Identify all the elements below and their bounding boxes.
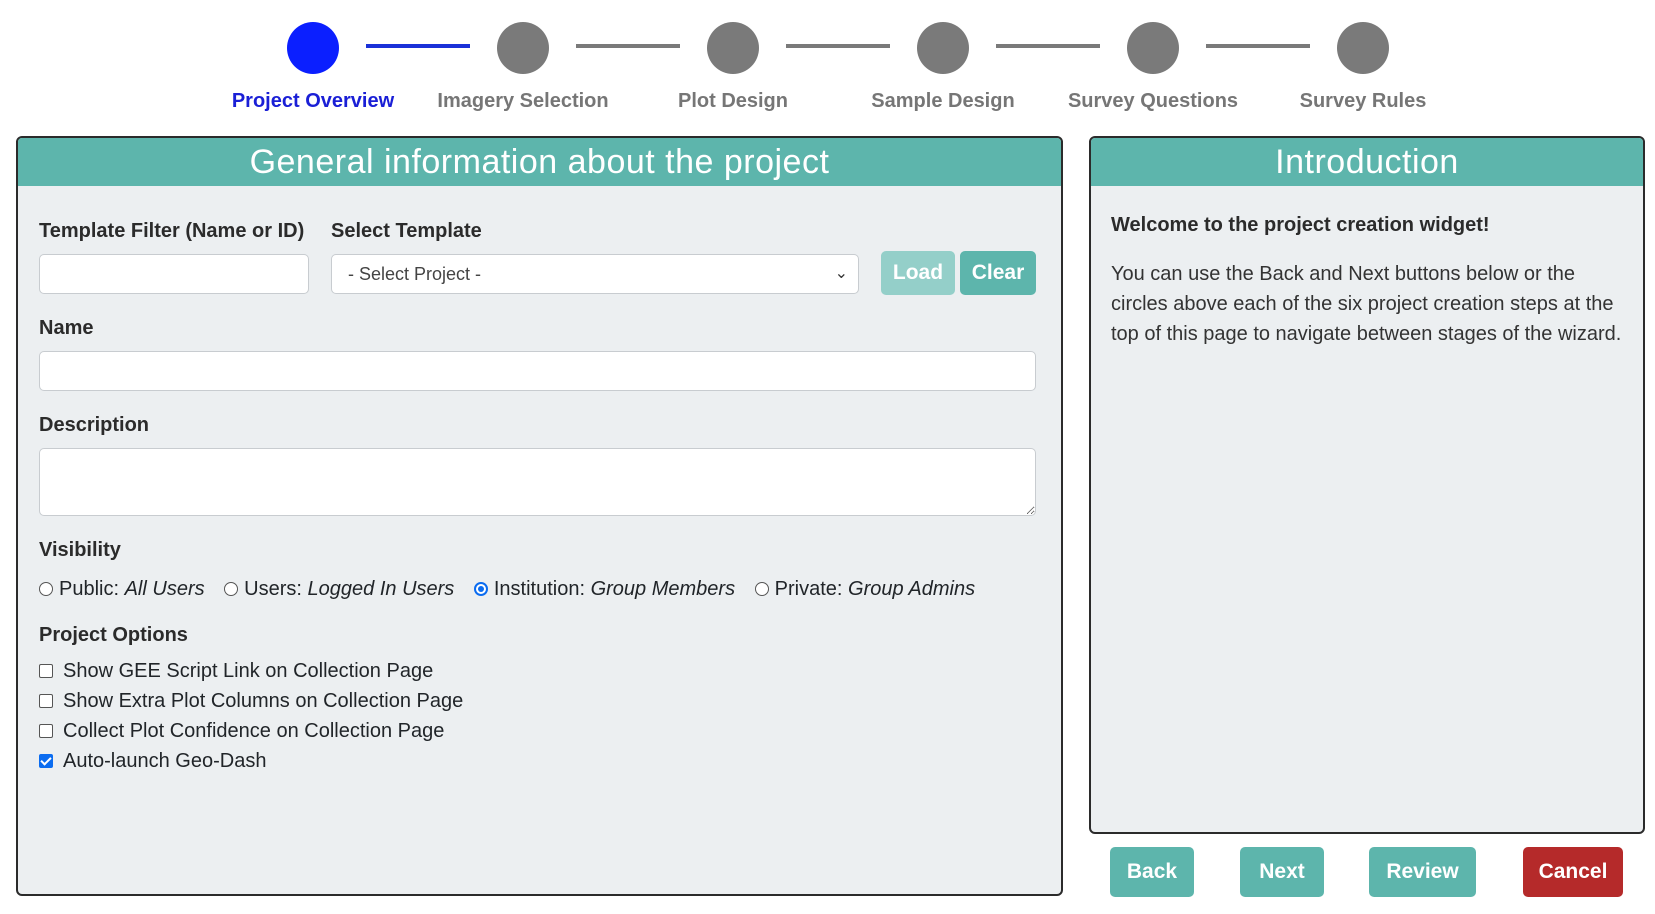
visibility-option-institution[interactable]: Institution: Group Members	[473, 578, 736, 601]
step-circle[interactable]	[497, 22, 549, 74]
description-textarea[interactable]	[39, 448, 1036, 516]
step-imagery-selection[interactable]: Imagery Selection	[423, 22, 623, 113]
option-label: Auto-launch Geo-Dash	[63, 750, 267, 772]
intro-text: You can use the Back and Next buttons be…	[1111, 263, 1622, 345]
template-filter-label: Template Filter (Name or ID)	[39, 220, 305, 242]
panel-title: General information about the project	[18, 138, 1061, 186]
option-prefix: Private:	[774, 578, 843, 600]
step-survey-rules[interactable]: Survey Rules	[1263, 22, 1463, 113]
back-button[interactable]: Back	[1110, 847, 1194, 897]
step-survey-questions[interactable]: Survey Questions	[1053, 22, 1253, 113]
step-plot-design[interactable]: Plot Design	[633, 22, 833, 113]
step-label: Project Overview	[231, 90, 395, 112]
radio-button-checked[interactable]	[473, 582, 488, 596]
visibility-option-public[interactable]: Public: All Users	[39, 578, 205, 601]
checkbox[interactable]	[39, 664, 53, 678]
option-detail: All Users	[124, 578, 205, 600]
option-show-extra-plot-columns[interactable]: Show Extra Plot Columns on Collection Pa…	[39, 690, 463, 713]
checkbox[interactable]	[39, 724, 53, 738]
description-label: Description	[39, 414, 150, 436]
checkbox[interactable]	[39, 694, 53, 708]
radio-button[interactable]	[224, 582, 239, 596]
select-template-value: - Select Project -	[348, 264, 482, 284]
option-prefix: Public:	[59, 578, 120, 600]
select-template-label: Select Template	[331, 220, 482, 242]
radio-button[interactable]	[754, 582, 769, 596]
step-label: Survey Questions	[1067, 90, 1239, 112]
select-template-dropdown[interactable]: - Select Project - ⌄	[331, 254, 859, 294]
radio-button[interactable]	[39, 582, 53, 596]
template-filter-input[interactable]	[39, 254, 309, 294]
option-label: Show GEE Script Link on Collection Page	[63, 660, 434, 682]
chevron-down-icon: ⌄	[834, 265, 848, 282]
project-options-label: Project Options	[39, 624, 188, 646]
cancel-button[interactable]: Cancel	[1523, 847, 1623, 897]
step-project-overview[interactable]: Project Overview	[213, 22, 413, 113]
option-auto-launch-geo-dash[interactable]: Auto-launch Geo-Dash	[39, 750, 266, 773]
intro-heading: Welcome to the project creation widget!	[1111, 214, 1490, 236]
option-collect-plot-confidence[interactable]: Collect Plot Confidence on Collection Pa…	[39, 720, 444, 743]
load-button[interactable]: Load	[881, 251, 955, 295]
option-prefix: Users:	[244, 578, 302, 600]
step-circle[interactable]	[917, 22, 969, 74]
name-input[interactable]	[39, 351, 1036, 391]
step-circle[interactable]	[707, 22, 759, 74]
review-button[interactable]: Review	[1369, 847, 1476, 897]
visibility-label: Visibility	[39, 539, 121, 561]
panel-title: Introduction	[1091, 138, 1643, 186]
clear-button[interactable]: Clear	[960, 251, 1036, 295]
visibility-option-private[interactable]: Private: Group Admins	[754, 578, 976, 601]
checkbox-checked[interactable]	[39, 754, 53, 768]
option-detail: Group Members	[590, 578, 736, 600]
option-detail: Group Admins	[848, 578, 976, 600]
step-circle[interactable]	[1127, 22, 1179, 74]
step-circle[interactable]	[1337, 22, 1389, 74]
wizard-stepper: Project Overview Imagery Selection Plot …	[0, 0, 1655, 120]
name-label: Name	[39, 317, 94, 339]
option-label: Collect Plot Confidence on Collection Pa…	[63, 720, 445, 742]
step-label: Imagery Selection	[437, 90, 609, 112]
option-label: Show Extra Plot Columns on Collection Pa…	[63, 690, 464, 712]
step-label: Sample Design	[871, 90, 1015, 112]
step-label: Survey Rules	[1299, 90, 1427, 112]
step-circle[interactable]	[287, 22, 339, 74]
introduction-panel: Introduction Welcome to the project crea…	[1089, 136, 1645, 834]
option-show-gee-script-link[interactable]: Show GEE Script Link on Collection Page	[39, 660, 433, 683]
step-sample-design[interactable]: Sample Design	[843, 22, 1043, 113]
step-label: Plot Design	[677, 90, 788, 112]
visibility-option-users[interactable]: Users: Logged In Users	[224, 578, 454, 601]
option-prefix: Institution:	[493, 578, 586, 600]
visibility-radio-group: Public: All Users Users: Logged In Users…	[39, 578, 989, 601]
next-button[interactable]: Next	[1240, 847, 1324, 897]
general-info-panel: General information about the project Te…	[16, 136, 1063, 896]
option-detail: Logged In Users	[307, 578, 455, 600]
